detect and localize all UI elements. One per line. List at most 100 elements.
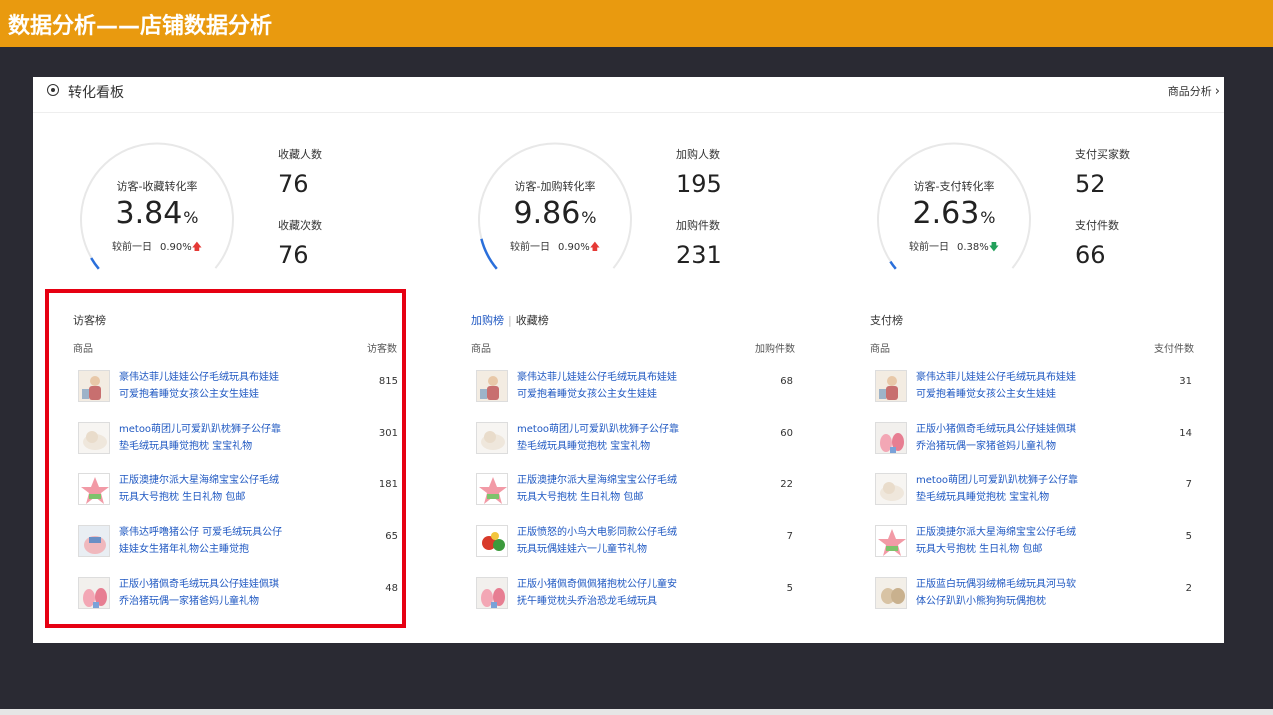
- product-name-line2: 玩具大号抱枕 生日礼物 包邮: [517, 492, 644, 504]
- tab-favorite[interactable]: 收藏榜: [516, 314, 549, 327]
- gauge-unit: %: [581, 208, 597, 227]
- ranking-row[interactable]: 正版澳捷尔派大星海绵宝宝公仔毛绒 玩具大号抱枕 生日礼物 包邮 5: [870, 517, 1200, 561]
- trend-up-icon: 🡅: [589, 242, 601, 253]
- gauge-value: 3.84%: [77, 196, 237, 231]
- gauge-compare: 较前一日 0.90%🡅: [475, 238, 635, 257]
- metric-value: 195: [676, 170, 722, 198]
- product-name-link[interactable]: 正版小猪佩奇佩佩猪抱枕公仔儿童安 抚午睡觉枕头乔治恐龙毛绒玩具: [517, 576, 697, 610]
- gauge-arc: [90, 257, 100, 270]
- row-value: 68: [780, 376, 793, 387]
- board-header: 转化看板 商品分析 ›: [33, 77, 1224, 113]
- product-name-link[interactable]: 正版澳捷尔派大星海绵宝宝公仔毛绒 玩具大号抱枕 生日礼物 包邮: [517, 472, 697, 506]
- product-name-line1: 正版愤怒的小鸟大电影同款公仔毛绒: [517, 527, 677, 539]
- gauge-label: 访客-加购转化率: [514, 180, 596, 193]
- product-thumbnail[interactable]: [875, 370, 907, 402]
- column-product: 商品: [471, 344, 491, 355]
- ranking-row[interactable]: metoo萌团儿可爱趴趴枕狮子公仔靠 垫毛绒玩具睡觉抱枕 宝宝礼物 60: [471, 414, 801, 458]
- ranking-title: 加购榜 | 收藏榜: [471, 312, 549, 328]
- tab-pay[interactable]: 支付榜: [870, 314, 903, 327]
- tab-cart[interactable]: 加购榜: [471, 314, 504, 327]
- product-thumbnail[interactable]: [476, 473, 508, 506]
- product-name-link[interactable]: 正版愤怒的小鸟大电影同款公仔毛绒 玩具玩偶娃娃六一儿童节礼物: [517, 524, 697, 558]
- product-thumbnail[interactable]: [476, 525, 508, 558]
- product-name-line2: 可爱抱着睡觉女孩公主女生娃娃: [517, 389, 657, 400]
- compare-value: 0.90%: [159, 242, 192, 253]
- row-value: 7: [786, 531, 793, 543]
- row-value: 60: [780, 427, 793, 439]
- metric-label: 加购件数: [676, 219, 720, 232]
- ranking-row[interactable]: 正版小猪佩奇毛绒玩具公仔娃娃佩琪 乔治猪玩偶一家猪爸妈儿童礼物 14: [870, 414, 1200, 458]
- bottom-strip: [0, 709, 1273, 715]
- gauge-number: 3.84: [115, 196, 183, 231]
- product-name-line2: 玩具大号抱枕 生日礼物 包邮: [916, 544, 1043, 556]
- product-thumbnail[interactable]: [476, 576, 508, 609]
- gauge-number: 9.86: [513, 196, 581, 231]
- product-name-line2: 可爱抱着睡觉女孩公主女生娃娃: [916, 389, 1056, 400]
- product-name-line1: metoo萌团儿可爱趴趴枕狮子公仔靠: [916, 475, 1079, 487]
- ranking-row[interactable]: 豪伟达菲儿娃娃公仔毛绒玩具布娃娃 可爱抱着睡觉女孩公主女生娃娃 31: [870, 362, 1200, 406]
- column-value: 支付件数: [1154, 344, 1194, 355]
- product-name-link[interactable]: 豪伟达菲儿娃娃公仔毛绒玩具布娃娃 可爱抱着睡觉女孩公主女生娃娃: [517, 369, 697, 403]
- metric-value: 52: [1075, 170, 1106, 198]
- product-name-link[interactable]: 正版蓝白玩偶羽绒棉毛绒玩具河马软 体公仔趴趴小熊狗狗玩偶抱枕: [916, 576, 1096, 610]
- ranking-row[interactable]: 正版澳捷尔派大星海绵宝宝公仔毛绒 玩具大号抱枕 生日礼物 包邮 22: [471, 465, 801, 509]
- product-name-line2: 玩具玩偶娃娃六一儿童节礼物: [517, 544, 647, 556]
- metric-label: 收藏次数: [278, 219, 322, 232]
- row-value: 5: [1185, 531, 1192, 543]
- product-name-link[interactable]: 正版小猪佩奇毛绒玩具公仔娃娃佩琪 乔治猪玩偶一家猪爸妈儿童礼物: [916, 421, 1096, 455]
- stat-pay: 访客-支付转化率 2.63% 较前一日 0.38%🡇 支付买家数 52 支付件数 …: [864, 140, 1244, 280]
- metric-label: 加购人数: [676, 148, 720, 161]
- gauge-unit: %: [183, 208, 199, 227]
- row-value: 2: [1185, 582, 1192, 594]
- gauge-value: 2.63%: [874, 196, 1034, 231]
- product-thumbnail[interactable]: [875, 576, 907, 609]
- product-name-line2: 体公仔趴趴小熊狗狗玩偶抱枕: [916, 595, 1046, 607]
- ranking-row[interactable]: 正版蓝白玩偶羽绒棉毛绒玩具河马软 体公仔趴趴小熊狗狗玩偶抱枕 2: [870, 569, 1200, 613]
- metric-label: 收藏人数: [278, 148, 322, 161]
- product-name-line1: 正版澳捷尔派大星海绵宝宝公仔毛绒: [517, 475, 677, 487]
- product-name-line1: 正版蓝白玩偶羽绒棉毛绒玩具河马软: [916, 578, 1076, 590]
- ranking-row[interactable]: 正版小猪佩奇佩佩猪抱枕公仔儿童安 抚午睡觉枕头乔治恐龙毛绒玩具 5: [471, 569, 801, 613]
- product-thumbnail[interactable]: [875, 421, 907, 454]
- metric-label: 支付买家数: [1075, 148, 1130, 161]
- stat-favorite: 访客-收藏转化率 3.84% 较前一日 0.90%🡅 收藏人数 76 收藏次数 7…: [67, 140, 447, 280]
- product-name-line1: 正版小猪佩奇佩佩猪抱枕公仔儿童安: [517, 578, 677, 590]
- row-value: 31: [1179, 376, 1192, 387]
- ranking-title: 支付榜: [870, 312, 903, 328]
- column-value: 加购件数: [755, 344, 795, 355]
- compare-label: 较前一日: [509, 242, 550, 253]
- product-name-link[interactable]: 豪伟达菲儿娃娃公仔毛绒玩具布娃娃 可爱抱着睡觉女孩公主女生娃娃: [916, 369, 1096, 403]
- product-thumbnail[interactable]: [875, 473, 907, 506]
- product-analysis-link[interactable]: 商品分析 ›: [1168, 83, 1220, 99]
- product-analysis-label: 商品分析: [1167, 85, 1212, 98]
- product-name-link[interactable]: metoo萌团儿可爱趴趴枕狮子公仔靠 垫毛绒玩具睡觉抱枕 宝宝礼物: [517, 421, 697, 455]
- row-value: 22: [780, 479, 793, 491]
- product-thumbnail[interactable]: [875, 525, 907, 558]
- column-product: 商品: [870, 344, 890, 355]
- product-name-link[interactable]: 正版澳捷尔派大星海绵宝宝公仔毛绒 玩具大号抱枕 生日礼物 包邮: [916, 524, 1096, 558]
- product-name-line1: 豪伟达菲儿娃娃公仔毛绒玩具布娃娃: [517, 372, 677, 383]
- ranking-row[interactable]: metoo萌团儿可爱趴趴枕狮子公仔靠 垫毛绒玩具睡觉抱枕 宝宝礼物 7: [870, 465, 1200, 509]
- board-title: 转化看板: [68, 85, 124, 101]
- gauge-value: 9.86%: [475, 196, 635, 231]
- product-thumbnail[interactable]: [476, 421, 508, 454]
- ranking-row[interactable]: 正版愤怒的小鸟大电影同款公仔毛绒 玩具玩偶娃娃六一儿童节礼物 7: [471, 517, 801, 561]
- stat-cart: 访客-加购转化率 9.86% 较前一日 0.90%🡅 加购人数 195 加购件数 …: [465, 140, 845, 280]
- chevron-right-icon: ›: [1214, 84, 1220, 99]
- trend-down-icon: 🡇: [988, 242, 1000, 253]
- row-value: 14: [1179, 427, 1192, 439]
- gauge-number: 2.63: [912, 196, 980, 231]
- row-value: 5: [786, 582, 793, 594]
- metric-value: 76: [278, 170, 309, 198]
- product-name-line2: 垫毛绒玩具睡觉抱枕 宝宝礼物: [916, 492, 1050, 504]
- product-name-line2: 垫毛绒玩具睡觉抱枕 宝宝礼物: [517, 440, 651, 452]
- product-name-link[interactable]: metoo萌团儿可爱趴趴枕狮子公仔靠 垫毛绒玩具睡觉抱枕 宝宝礼物: [916, 472, 1096, 506]
- ranking-row[interactable]: 豪伟达菲儿娃娃公仔毛绒玩具布娃娃 可爱抱着睡觉女孩公主女生娃娃 68: [471, 362, 801, 406]
- product-thumbnail[interactable]: [476, 370, 508, 402]
- metric-value: 66: [1075, 241, 1106, 269]
- tab-separator: |: [508, 314, 512, 327]
- compare-value: 0.38%: [956, 242, 989, 253]
- compare-label: 较前一日: [111, 242, 152, 253]
- gauge-pay: 访客-支付转化率 2.63% 较前一日 0.38%🡇: [874, 140, 1044, 280]
- gauge-label: 访客-收藏转化率: [116, 180, 198, 193]
